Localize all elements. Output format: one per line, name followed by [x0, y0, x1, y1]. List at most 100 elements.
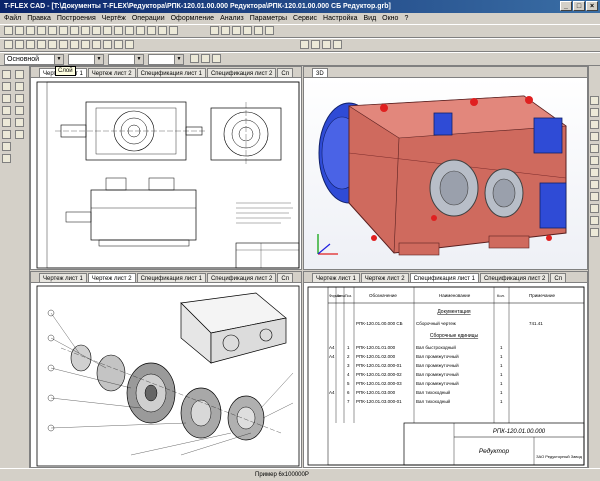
menu-edit[interactable]: Правка	[27, 13, 51, 24]
menu-window[interactable]: Окно	[382, 13, 398, 24]
rectangle-icon[interactable]	[37, 40, 46, 49]
priority-icon[interactable]	[212, 54, 221, 63]
fit-icon[interactable]	[590, 132, 599, 141]
clip-icon[interactable]	[590, 204, 599, 213]
text-tool-icon[interactable]	[2, 154, 11, 163]
drawing-window-top-left[interactable]: Чертеж лист 1 Чертеж лист 2 Спецификация…	[30, 66, 302, 270]
camera-icon[interactable]	[590, 192, 599, 201]
style-icon[interactable]	[190, 54, 199, 63]
maximize-button[interactable]: □	[573, 1, 585, 11]
redo-icon[interactable]	[92, 26, 101, 35]
menu-view[interactable]: Вид	[363, 13, 376, 24]
circle-tool-icon[interactable]	[2, 94, 11, 103]
linetype-select[interactable]: ▼	[108, 54, 144, 65]
line-icon[interactable]	[4, 40, 13, 49]
tab-more[interactable]: Сп	[550, 273, 566, 282]
tab-spec-sheet-2[interactable]: Спецификация лист 2	[479, 273, 550, 282]
cut-icon[interactable]	[48, 26, 57, 35]
refresh-icon[interactable]	[232, 26, 241, 35]
rotate-icon[interactable]	[125, 26, 134, 35]
window-cascade-icon[interactable]	[210, 26, 219, 35]
grid-icon[interactable]	[136, 26, 145, 35]
tab-drawing-sheet-2[interactable]: Чертеж лист 2	[87, 68, 136, 77]
menu-help[interactable]: ?	[404, 13, 408, 24]
text-icon[interactable]	[70, 40, 79, 49]
line-tool-icon[interactable]	[2, 82, 11, 91]
menu-construct[interactable]: Построения	[57, 13, 96, 24]
iso-view-icon[interactable]	[590, 168, 599, 177]
note-icon[interactable]	[81, 40, 90, 49]
menu-analysis[interactable]: Анализ	[220, 13, 244, 24]
minimize-button[interactable]: _	[560, 1, 572, 11]
dimension-icon[interactable]	[59, 40, 68, 49]
copy-icon[interactable]	[59, 26, 68, 35]
wireframe-icon[interactable]	[265, 26, 274, 35]
tab-drawing-sheet-2[interactable]: Чертеж лист 2	[87, 273, 136, 282]
section-icon[interactable]	[311, 40, 320, 49]
arc-tool-icon[interactable]	[2, 106, 11, 115]
model-3d-window[interactable]: 3D	[303, 66, 588, 270]
orbit-icon[interactable]	[590, 96, 599, 105]
shading-icon[interactable]	[254, 26, 263, 35]
tab-spec-sheet-1[interactable]: Спецификация лист 1	[136, 68, 206, 77]
mirror-icon[interactable]	[15, 94, 24, 103]
color-select[interactable]: ▼	[68, 54, 104, 65]
paste-icon[interactable]	[70, 26, 79, 35]
window-tile-icon[interactable]	[221, 26, 230, 35]
lineweight-select[interactable]: ▼	[148, 54, 184, 65]
fill-icon[interactable]	[201, 54, 210, 63]
light-icon[interactable]	[590, 180, 599, 189]
menu-service[interactable]: Сервис	[293, 13, 317, 24]
properties-icon[interactable]	[169, 26, 178, 35]
menu-operations[interactable]: Операции	[132, 13, 165, 24]
material-icon[interactable]	[590, 228, 599, 237]
model-3d-viewport[interactable]	[304, 78, 587, 269]
new-icon[interactable]	[4, 26, 13, 35]
layer-select[interactable]: Основной ▼	[4, 54, 64, 65]
zoom-3d-icon[interactable]	[590, 120, 599, 129]
specification-window[interactable]: Чертеж лист 1 Чертеж лист 2 Спецификация…	[303, 271, 588, 468]
menu-parameters[interactable]: Параметры	[250, 13, 287, 24]
menu-file[interactable]: Файл	[4, 13, 21, 24]
view-icon[interactable]	[15, 130, 24, 139]
pan-icon[interactable]	[114, 26, 123, 35]
open-icon[interactable]	[15, 26, 24, 35]
drawing-window-bottom-left[interactable]: Чертеж лист 1 Чертеж лист 2 Спецификация…	[30, 271, 302, 468]
snap-icon[interactable]	[147, 26, 156, 35]
undo-icon[interactable]	[81, 26, 90, 35]
array-icon[interactable]	[15, 106, 24, 115]
menu-format[interactable]: Оформление	[171, 13, 214, 24]
tab-spec-sheet-1[interactable]: Спецификация лист 1	[409, 273, 479, 282]
tab-more[interactable]: Сп	[277, 68, 293, 77]
menu-drawing[interactable]: Чертёж	[102, 13, 126, 24]
print-icon[interactable]	[37, 26, 46, 35]
fillet-icon[interactable]	[114, 40, 123, 49]
tab-more[interactable]: Сп	[277, 273, 293, 282]
top-view-icon[interactable]	[590, 156, 599, 165]
menu-settings[interactable]: Настройка	[323, 13, 357, 24]
spline-tool-icon[interactable]	[2, 118, 11, 127]
front-view-icon[interactable]	[590, 144, 599, 153]
hatch-icon[interactable]	[48, 40, 57, 49]
pan-3d-icon[interactable]	[590, 108, 599, 117]
layers-icon[interactable]	[158, 26, 167, 35]
tab-drawing-sheet-2[interactable]: Чертеж лист 2	[360, 273, 409, 282]
boolean-icon[interactable]	[125, 40, 134, 49]
tab-spec-sheet-1[interactable]: Спецификация лист 1	[136, 273, 206, 282]
circle-icon[interactable]	[15, 40, 24, 49]
node-icon[interactable]	[15, 70, 24, 79]
tab-drawing-sheet-1[interactable]: Чертеж лист 1	[312, 273, 360, 282]
model-3d-icon[interactable]	[243, 26, 252, 35]
extrude-icon[interactable]	[92, 40, 101, 49]
tab-3d[interactable]: 3D	[312, 68, 328, 77]
hatch-tool-icon[interactable]	[2, 130, 11, 139]
dimension-tool-icon[interactable]	[2, 142, 11, 151]
tab-drawing-sheet-1[interactable]: Чертеж лист 1	[39, 273, 87, 282]
arc-icon[interactable]	[26, 40, 35, 49]
select-icon[interactable]	[2, 70, 11, 79]
explode-icon[interactable]	[322, 40, 331, 49]
close-button[interactable]: ×	[586, 1, 598, 11]
tab-spec-sheet-2[interactable]: Спецификация лист 2	[206, 273, 277, 282]
explode-3d-icon[interactable]	[590, 216, 599, 225]
measure-icon[interactable]	[300, 40, 309, 49]
